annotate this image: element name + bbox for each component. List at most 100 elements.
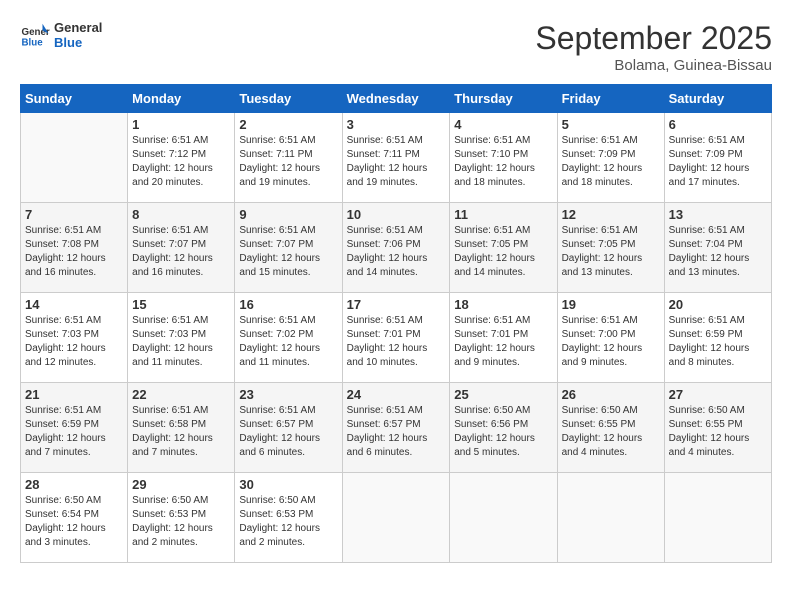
header-row: SundayMondayTuesdayWednesdayThursdayFrid… [21, 85, 772, 113]
calendar-table: SundayMondayTuesdayWednesdayThursdayFrid… [20, 84, 772, 563]
day-number: 13 [669, 207, 767, 222]
day-number: 24 [347, 387, 446, 402]
calendar-cell: 2Sunrise: 6:51 AM Sunset: 7:11 PM Daylig… [235, 113, 342, 203]
day-info: Sunrise: 6:51 AM Sunset: 7:03 PM Dayligh… [25, 314, 123, 370]
calendar-cell: 23 Sunrise: 6:51 AM Sunset: 6:57 PM Dayli… [235, 383, 342, 473]
day-number: 5 [562, 117, 660, 132]
day-number: 21 [25, 387, 123, 402]
calendar-cell: 14Sunrise: 6:51 AM Sunset: 7:03 PM Dayli… [21, 293, 128, 383]
day-number: 11 [454, 207, 552, 222]
day-info: Sunrise: 6:51 AM Sunset: 7:00 PM Dayligh… [562, 314, 660, 370]
day-number: 23 [239, 387, 337, 402]
calendar-cell: 7 Sunrise: 6:51 AM Sunset: 7:08 PM Daylig… [21, 203, 128, 293]
day-info: Sunrise: 6:51 AM Sunset: 7:06 PM Dayligh… [347, 224, 446, 280]
day-info: Sunrise: 6:50 AM Sunset: 6:53 PM Dayligh… [239, 494, 337, 550]
calendar-cell: 30Sunrise: 6:50 AM Sunset: 6:53 PM Dayli… [235, 473, 342, 563]
day-info: Sunrise: 6:50 AM Sunset: 6:53 PM Dayligh… [132, 494, 230, 550]
calendar-cell: 15 Sunrise: 6:51 AM Sunset: 7:03 PM Dayli… [128, 293, 235, 383]
svg-text:Blue: Blue [22, 38, 44, 49]
day-info: Sunrise: 6:51 AM Sunset: 7:07 PM Dayligh… [239, 224, 337, 280]
day-info: Sunrise: 6:51 AM Sunset: 6:57 PM Dayligh… [239, 404, 337, 460]
calendar-cell: 1 Sunrise: 6:51 AM Sunset: 7:12 PM Daylig… [128, 113, 235, 203]
day-info: Sunrise: 6:51 AM Sunset: 7:02 PM Dayligh… [239, 314, 337, 370]
logo-line2: Blue [54, 35, 102, 50]
calendar-cell: 3Sunrise: 6:51 AM Sunset: 7:11 PM Daylig… [342, 113, 450, 203]
day-number: 22 [132, 387, 230, 402]
day-number: 25 [454, 387, 552, 402]
day-number: 29 [132, 477, 230, 492]
day-info: Sunrise: 6:51 AM Sunset: 6:57 PM Dayligh… [347, 404, 446, 460]
logo-icon: General Blue [20, 20, 50, 50]
day-info: Sunrise: 6:50 AM Sunset: 6:55 PM Dayligh… [669, 404, 767, 460]
header-saturday: Saturday [664, 85, 771, 113]
day-number: 12 [562, 207, 660, 222]
calendar-cell [342, 473, 450, 563]
week-row-5: 28 Sunrise: 6:50 AM Sunset: 6:54 PM Dayli… [21, 473, 772, 563]
calendar-cell: 8 Sunrise: 6:51 AM Sunset: 7:07 PM Daylig… [128, 203, 235, 293]
header-friday: Friday [557, 85, 664, 113]
svg-text:General: General [22, 27, 51, 38]
header-wednesday: Wednesday [342, 85, 450, 113]
day-info: Sunrise: 6:51 AM Sunset: 7:08 PM Dayligh… [25, 224, 123, 280]
day-number: 16 [239, 297, 337, 312]
calendar-cell [664, 473, 771, 563]
day-number: 20 [669, 297, 767, 312]
day-info: Sunrise: 6:50 AM Sunset: 6:54 PM Dayligh… [25, 494, 123, 550]
day-number: 6 [669, 117, 767, 132]
calendar-cell: 20Sunrise: 6:51 AM Sunset: 6:59 PM Dayli… [664, 293, 771, 383]
title-block: September 2025 Bolama, Guinea-Bissau [535, 20, 772, 74]
calendar-cell: 4 Sunrise: 6:51 AM Sunset: 7:10 PM Daylig… [450, 113, 557, 203]
day-number: 28 [25, 477, 123, 492]
calendar-cell: 12 Sunrise: 6:51 AM Sunset: 7:05 PM Dayli… [557, 203, 664, 293]
header-tuesday: Tuesday [235, 85, 342, 113]
day-number: 27 [669, 387, 767, 402]
week-row-3: 14Sunrise: 6:51 AM Sunset: 7:03 PM Dayli… [21, 293, 772, 383]
calendar-cell [21, 113, 128, 203]
day-number: 9 [239, 207, 337, 222]
day-info: Sunrise: 6:51 AM Sunset: 7:04 PM Dayligh… [669, 224, 767, 280]
day-info: Sunrise: 6:51 AM Sunset: 7:09 PM Dayligh… [669, 134, 767, 190]
day-info: Sunrise: 6:51 AM Sunset: 6:59 PM Dayligh… [25, 404, 123, 460]
calendar-cell: 6 Sunrise: 6:51 AM Sunset: 7:09 PM Daylig… [664, 113, 771, 203]
day-number: 26 [562, 387, 660, 402]
day-info: Sunrise: 6:51 AM Sunset: 7:07 PM Dayligh… [132, 224, 230, 280]
day-info: Sunrise: 6:51 AM Sunset: 7:05 PM Dayligh… [454, 224, 552, 280]
day-number: 7 [25, 207, 123, 222]
day-info: Sunrise: 6:51 AM Sunset: 7:01 PM Dayligh… [347, 314, 446, 370]
calendar-cell: 11 Sunrise: 6:51 AM Sunset: 7:05 PM Dayli… [450, 203, 557, 293]
calendar-cell [450, 473, 557, 563]
day-number: 8 [132, 207, 230, 222]
calendar-cell: 18 Sunrise: 6:51 AM Sunset: 7:01 PM Dayli… [450, 293, 557, 383]
day-number: 1 [132, 117, 230, 132]
day-number: 4 [454, 117, 552, 132]
calendar-cell: 16 Sunrise: 6:51 AM Sunset: 7:02 PM Dayli… [235, 293, 342, 383]
header-thursday: Thursday [450, 85, 557, 113]
day-number: 17 [347, 297, 446, 312]
page-header: General Blue General Blue September 2025… [20, 20, 772, 74]
month-title: September 2025 [535, 20, 772, 57]
day-info: Sunrise: 6:51 AM Sunset: 7:12 PM Dayligh… [132, 134, 230, 190]
day-info: Sunrise: 6:51 AM Sunset: 7:05 PM Dayligh… [562, 224, 660, 280]
day-info: Sunrise: 6:51 AM Sunset: 7:01 PM Dayligh… [454, 314, 552, 370]
calendar-cell: 29 Sunrise: 6:50 AM Sunset: 6:53 PM Dayli… [128, 473, 235, 563]
calendar-cell: 27 Sunrise: 6:50 AM Sunset: 6:55 PM Dayli… [664, 383, 771, 473]
day-info: Sunrise: 6:50 AM Sunset: 6:56 PM Dayligh… [454, 404, 552, 460]
calendar-cell: 28 Sunrise: 6:50 AM Sunset: 6:54 PM Dayli… [21, 473, 128, 563]
day-info: Sunrise: 6:51 AM Sunset: 6:58 PM Dayligh… [132, 404, 230, 460]
day-number: 15 [132, 297, 230, 312]
header-monday: Monday [128, 85, 235, 113]
day-info: Sunrise: 6:50 AM Sunset: 6:55 PM Dayligh… [562, 404, 660, 460]
day-info: Sunrise: 6:51 AM Sunset: 7:11 PM Dayligh… [347, 134, 446, 190]
day-number: 19 [562, 297, 660, 312]
day-info: Sunrise: 6:51 AM Sunset: 7:10 PM Dayligh… [454, 134, 552, 190]
calendar-cell: 26 Sunrise: 6:50 AM Sunset: 6:55 PM Dayli… [557, 383, 664, 473]
week-row-2: 7 Sunrise: 6:51 AM Sunset: 7:08 PM Daylig… [21, 203, 772, 293]
logo-line1: General [54, 20, 102, 35]
calendar-cell: 17 Sunrise: 6:51 AM Sunset: 7:01 PM Dayli… [342, 293, 450, 383]
week-row-4: 21 Sunrise: 6:51 AM Sunset: 6:59 PM Dayli… [21, 383, 772, 473]
day-info: Sunrise: 6:51 AM Sunset: 7:03 PM Dayligh… [132, 314, 230, 370]
header-sunday: Sunday [21, 85, 128, 113]
calendar-cell: 25 Sunrise: 6:50 AM Sunset: 6:56 PM Dayli… [450, 383, 557, 473]
day-number: 18 [454, 297, 552, 312]
calendar-cell: 10Sunrise: 6:51 AM Sunset: 7:06 PM Dayli… [342, 203, 450, 293]
